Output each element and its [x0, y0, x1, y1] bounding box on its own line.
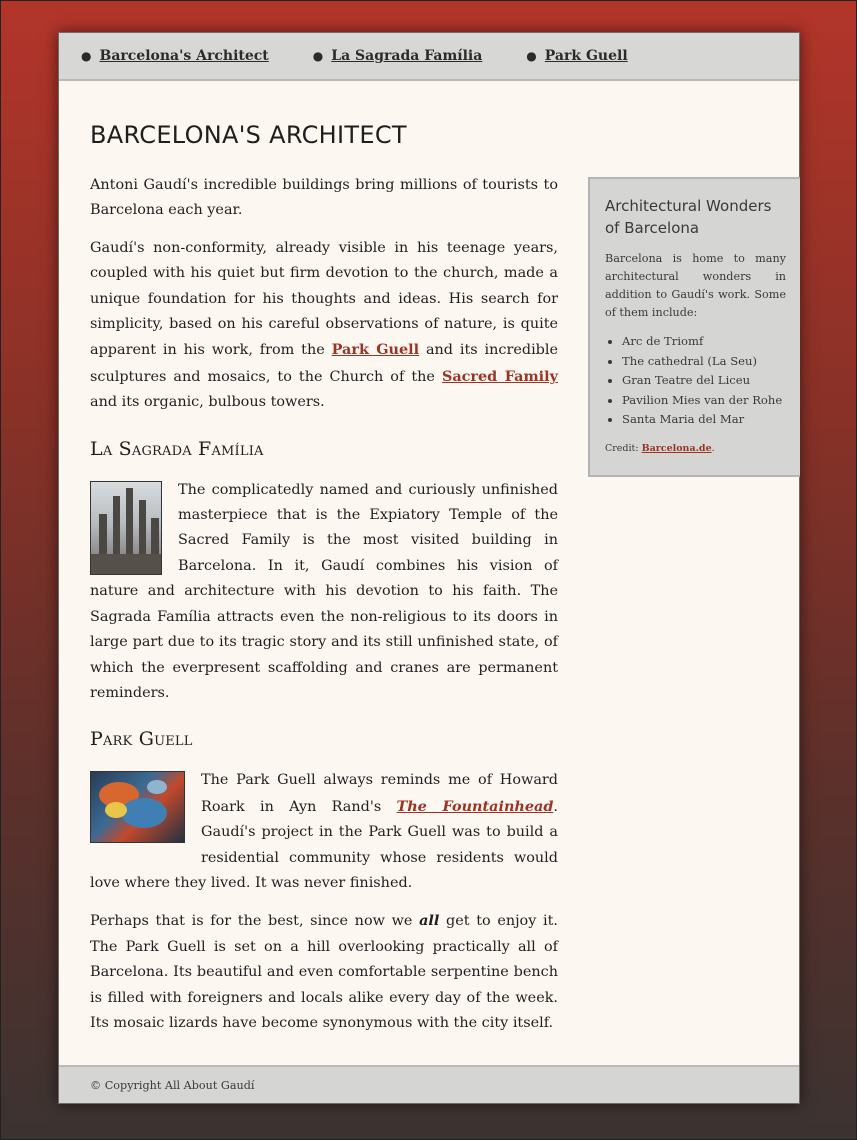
sagrada-heading: La Sagrada Família [90, 437, 264, 460]
gaudi-paragraph: Gaudí's non-conformity, already visible … [90, 236, 558, 416]
intro-paragraph: Antoni Gaudí's incredible buildings brin… [90, 177, 558, 219]
page-footer: © Copyright All About Gaudí [59, 1065, 799, 1103]
building-base [91, 553, 161, 574]
credit-label: Credit: [605, 442, 642, 454]
park-guell-paragraph-2: Perhaps that is for the best, since now … [90, 908, 558, 1036]
sacred-family-link[interactable]: Sacred Family [442, 368, 558, 385]
top-nav: ● Barcelona's Architect ● La Sagrada Fam… [59, 33, 799, 81]
nav-item-barcelonas-architect: ● Barcelona's Architect [81, 48, 269, 64]
sidebar-title: Architectural Wonders of Barcelona [605, 197, 772, 237]
text-span: and its organic, bulbous towers. [90, 394, 325, 411]
park-guell-mosaic-photo [90, 771, 185, 844]
credit-line: Credit: Barcelona.de. [605, 442, 786, 456]
sidebar-panel: Architectural Wonders of Barcelona Barce… [588, 177, 800, 477]
text-span: get to enjoy it. The Park Guell is set o… [90, 913, 558, 1031]
copyright-text: © Copyright All About Gaudí [90, 1078, 255, 1092]
credit-end: . [711, 442, 715, 454]
park-guell-heading: Park Guell [90, 728, 193, 751]
nav-link-barcelonas-architect[interactable]: Barcelona's Architect [99, 48, 268, 64]
mosaic-shape [147, 780, 167, 795]
emphasis-all: all [419, 912, 440, 930]
list-item: Santa Maria del Mar [622, 410, 786, 430]
bullet-icon: ● [81, 49, 92, 63]
park-guell-link[interactable]: Park Guell [332, 341, 419, 358]
main-content: BARCELONA'S ARCHITECT Antoni Gaudí's inc… [90, 121, 558, 1048]
sagrada-section: The complicatedly named and curiously un… [90, 478, 558, 707]
bullet-icon: ● [526, 49, 537, 63]
page-title: BARCELONA'S ARCHITECT [90, 121, 407, 149]
text-span: Gaudí's non-conformity, already visible … [90, 239, 558, 359]
page-container: ● Barcelona's Architect ● La Sagrada Fam… [58, 32, 800, 1104]
nav-item-sagrada-familia: ● La Sagrada Família [313, 48, 483, 64]
nav-link-park-guell[interactable]: Park Guell [545, 48, 628, 64]
wonders-list: Arc de Triomf The cathedral (La Seu) Gra… [605, 332, 786, 430]
nav-item-park-guell: ● Park Guell [526, 48, 627, 64]
list-item: Arc de Triomf [622, 332, 786, 352]
mosaic-shape [121, 798, 167, 829]
sagrada-familia-photo [90, 480, 162, 575]
nav-link-sagrada-familia[interactable]: La Sagrada Família [331, 48, 482, 64]
sidebar-intro: Barcelona is home to many architectural … [605, 252, 786, 319]
list-item: Pavilion Mies van der Rohe [622, 391, 786, 411]
list-item: The cathedral (La Seu) [622, 352, 786, 372]
text-span: Perhaps that is for the best, since now … [90, 913, 420, 930]
bullet-icon: ● [312, 49, 324, 63]
fountainhead-link[interactable]: The Fountainhead [397, 798, 554, 815]
credit-link[interactable]: Barcelona.de [642, 443, 712, 454]
park-guell-section: The Park Guell always reminds me of Howa… [90, 768, 558, 1036]
list-item: Gran Teatre del Liceu [622, 371, 786, 391]
